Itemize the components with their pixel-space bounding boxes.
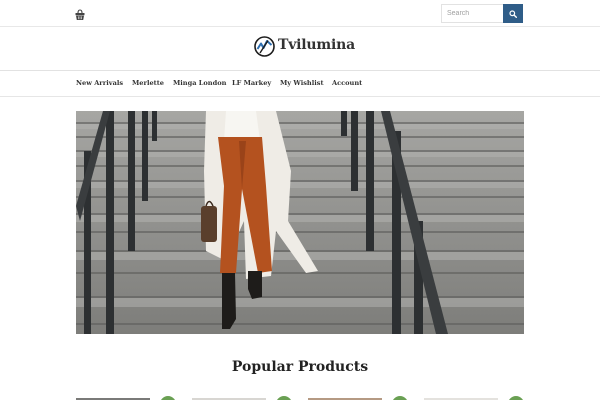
- search-icon: [509, 6, 518, 21]
- nav-item-new-arrivals[interactable]: New Arrivals: [76, 79, 123, 87]
- basket-icon[interactable]: [75, 6, 85, 20]
- nav-item-lf-markey[interactable]: LF Markey: [232, 79, 271, 87]
- wishlist-badge-icon[interactable]: [508, 396, 524, 400]
- wishlist-badge-icon[interactable]: [392, 396, 408, 400]
- site-title[interactable]: Tvilumina: [278, 37, 355, 53]
- main-nav: New Arrivals Merlette Minga London LF Ma…: [0, 71, 600, 97]
- popular-products-heading: Popular Products: [231, 359, 369, 375]
- product-card[interactable]: [76, 396, 176, 400]
- hero-banner-image[interactable]: [76, 111, 524, 334]
- nav-item-merlette[interactable]: Merlette: [132, 79, 164, 87]
- nav-item-my-wishlist[interactable]: My Wishlist: [280, 79, 324, 87]
- wishlist-badge-icon[interactable]: [276, 396, 292, 400]
- site-header: Tvilumina: [0, 27, 600, 71]
- tvilumina-logo-icon[interactable]: [254, 36, 275, 57]
- product-card[interactable]: [192, 396, 292, 400]
- nav-item-account[interactable]: Account: [332, 79, 362, 87]
- wishlist-badge-icon[interactable]: [160, 396, 176, 400]
- search-button[interactable]: [503, 4, 523, 23]
- product-card[interactable]: [424, 396, 524, 400]
- search-input[interactable]: [441, 4, 503, 23]
- product-card[interactable]: [308, 396, 408, 400]
- nav-item-minga-london[interactable]: Minga London: [173, 79, 226, 87]
- top-bar: [0, 0, 600, 27]
